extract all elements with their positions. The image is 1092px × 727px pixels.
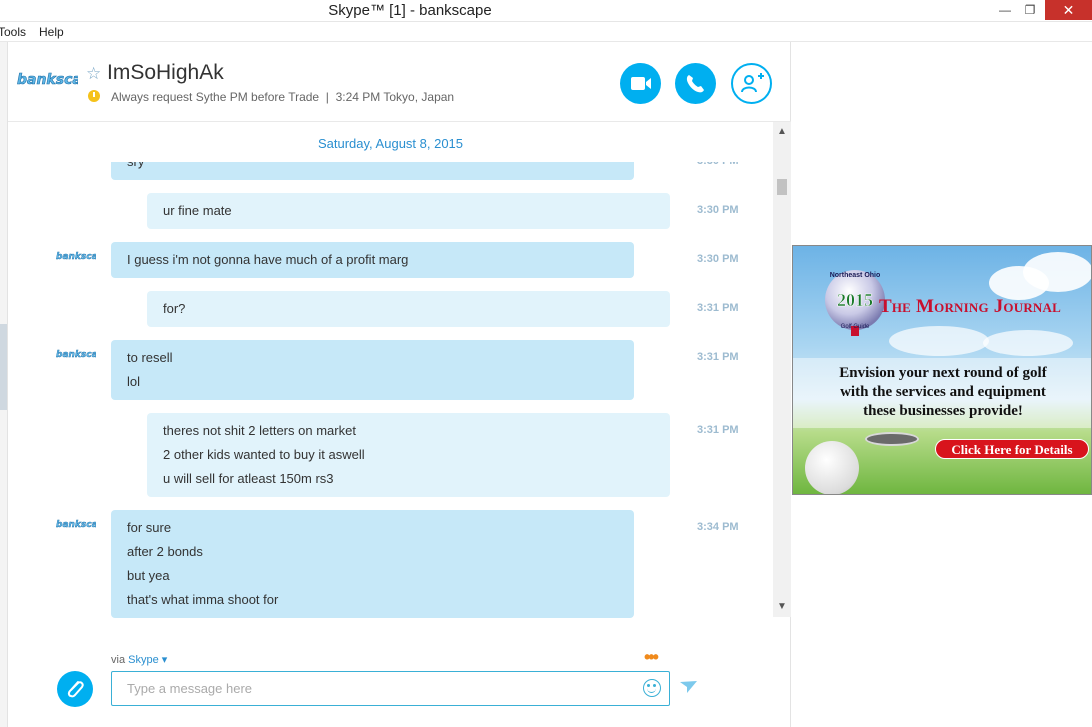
advertisement-banner[interactable]: 2015 Northeast Ohio Golf Guide The Morni… (792, 245, 1092, 495)
message-text: that's what imma shoot for (127, 592, 279, 607)
menu-help[interactable]: Help (39, 25, 64, 39)
sender-avatar[interactable]: bankscape (56, 346, 96, 360)
message-timestamp: 3:30 PM (697, 204, 739, 216)
svg-text:2015: 2015 (837, 290, 873, 310)
contact-mood: Always request Sythe PM before Trade | 3… (111, 90, 455, 104)
message-timestamp: 3:30 PM (697, 162, 739, 167)
message-row: theres not shit 2 letters on market 2 oth… (8, 413, 773, 497)
svg-text:Northeast Ohio: Northeast Ohio (830, 272, 881, 279)
message-text: 2 other kids wanted to buy it aswell (163, 447, 365, 462)
message-scrollbar[interactable]: ▲ ▼ (773, 122, 791, 617)
restore-button[interactable]: ❐ (1016, 0, 1044, 20)
minimize-button[interactable]: — (991, 0, 1019, 20)
message-text: sry (127, 162, 618, 174)
menu-tools[interactable]: Tools (0, 25, 26, 39)
message-list: bankscapesry3:30 PMur fine mate3:30 PMba… (8, 162, 773, 622)
contact-list-edge (0, 42, 8, 727)
message-text: for? (163, 301, 186, 316)
svg-text:bankscape: bankscape (56, 520, 96, 530)
svg-text:bankscape: bankscape (56, 350, 96, 360)
message-timestamp: 3:31 PM (697, 302, 739, 314)
message-text: for sure (127, 520, 172, 535)
message-input[interactable] (111, 671, 670, 706)
voice-call-button[interactable] (675, 63, 716, 104)
scroll-up-button[interactable]: ▲ (773, 124, 791, 140)
status-away-icon (88, 90, 100, 102)
video-camera-icon (631, 77, 651, 90)
sender-avatar[interactable]: bankscape (56, 516, 96, 530)
scroll-thumb[interactable] (777, 179, 787, 195)
golf-ball-image (805, 441, 859, 494)
conversation-header: bankscape ☆ ImSoHighAk Always request Sy… (8, 42, 791, 122)
favorite-star-icon[interactable]: ☆ (86, 64, 101, 84)
send-via-selector[interactable]: via Skype ▾ (111, 653, 167, 666)
message-text: ur fine mate (163, 203, 232, 218)
outgoing-message-bubble[interactable]: theres not shit 2 letters on market 2 oth… (147, 413, 670, 497)
message-row: bankscape sry 3:30 PM (8, 162, 773, 180)
message-text: I guess i'm not gonna have much of a pro… (127, 252, 409, 267)
contact-name[interactable]: ImSoHighAk (107, 61, 224, 85)
window-titlebar: Skype™ [1] - bankscape — ❐ ✕ (0, 0, 1092, 22)
message-row: bankscape to resell lol 3:31 PM (8, 340, 773, 400)
message-text: u will sell for atleast 150m rs3 (163, 471, 334, 486)
message-timestamp: 3:31 PM (697, 351, 739, 363)
conversation-panel: bankscape ☆ ImSoHighAk Always request Sy… (8, 42, 791, 727)
menu-bar: Tools Help (0, 22, 1092, 42)
incoming-message-bubble[interactable]: to resell lol (111, 340, 634, 400)
sender-avatar[interactable]: bankscape (56, 162, 96, 164)
message-text: after 2 bonds (127, 544, 203, 559)
message-row: bankscape for sure after 2 bonds but yea tha… (8, 510, 773, 618)
golf-hole-image (865, 432, 919, 446)
ad-details-button[interactable]: Click Here for Details (935, 439, 1089, 459)
date-separator: Saturday, August 8, 2015 (317, 136, 464, 151)
scroll-down-button[interactable]: ▼ (773, 599, 791, 615)
add-person-icon (741, 73, 764, 93)
message-text: theres not shit 2 letters on market (163, 423, 356, 438)
add-people-button[interactable] (731, 63, 772, 104)
outgoing-message-bubble[interactable]: ur fine mate (147, 193, 670, 229)
svg-text:Golf Guide: Golf Guide (841, 324, 870, 330)
message-row: ur fine mate 3:30 PM (8, 193, 773, 229)
incoming-message-bubble[interactable]: sry (111, 162, 634, 180)
sender-avatar[interactable]: bankscape (56, 248, 96, 262)
message-text: but yea (127, 568, 170, 583)
outgoing-message-bubble[interactable]: for? (147, 291, 670, 327)
window-title: Skype™ [1] - bankscape (328, 2, 492, 19)
emoticon-icon[interactable] (643, 679, 661, 697)
incoming-message-bubble[interactable]: for sure after 2 bonds but yea that's what … (111, 510, 634, 618)
svg-text:bankscape: bankscape (17, 72, 78, 88)
close-button[interactable]: ✕ (1045, 0, 1092, 20)
message-text: lol (127, 374, 141, 389)
ad-body-text: Envision your next round of golf with th… (839, 365, 1047, 419)
incoming-message-bubble[interactable]: I guess i'm not gonna have much of a pro… (111, 242, 634, 278)
attach-button[interactable] (57, 671, 93, 707)
ad-publication-title: The Morning Journal (879, 296, 1061, 317)
message-timestamp: 3:31 PM (697, 424, 739, 436)
phone-icon (686, 75, 704, 93)
message-row: bankscape I guess i'm not gonna have much… (8, 242, 773, 278)
more-options-icon[interactable]: ••• (644, 647, 659, 668)
paperclip-icon (67, 681, 84, 698)
message-timestamp: 3:30 PM (697, 253, 739, 265)
selected-contact-indicator[interactable] (0, 324, 7, 410)
svg-text:bankscape: bankscape (56, 162, 96, 164)
video-call-button[interactable] (620, 63, 661, 104)
message-timestamp: 3:34 PM (697, 521, 739, 533)
contact-avatar[interactable]: bankscape (16, 64, 78, 92)
message-text: to resell (127, 350, 173, 365)
message-row: for? 3:31 PM (8, 291, 773, 327)
svg-text:bankscape: bankscape (56, 252, 96, 262)
send-icon[interactable] (680, 680, 698, 694)
